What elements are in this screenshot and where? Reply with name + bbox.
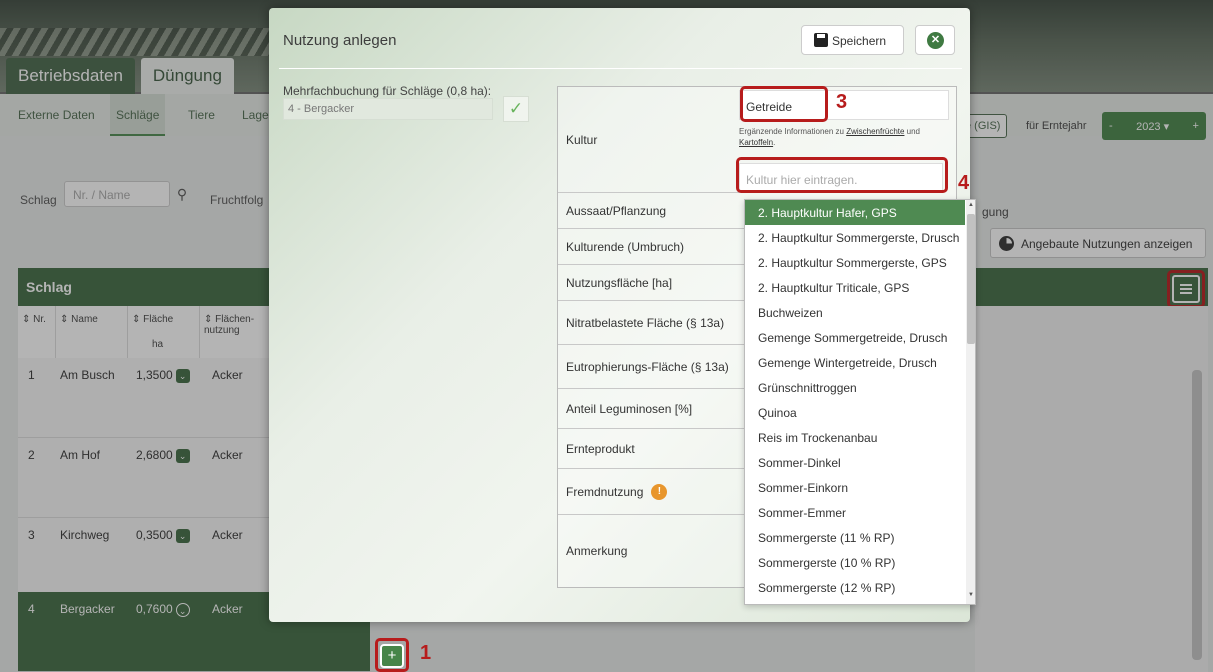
mehrfachbuchung-label: Mehrfachbuchung für Schläge (0,8 ha): bbox=[283, 84, 492, 98]
row-leguminosen: Anteil Leguminosen [%] bbox=[558, 389, 748, 429]
dropdown-option[interactable]: 2. Hauptkultur Triticale, GPS bbox=[745, 275, 965, 300]
confirm-check-icon[interactable]: ✓ bbox=[503, 96, 529, 122]
scroll-up-icon[interactable]: ▲ bbox=[968, 202, 974, 208]
row-anmerkung: Anmerkung bbox=[566, 544, 628, 558]
save-disk-icon bbox=[814, 33, 828, 47]
dropdown-option[interactable]: 2. Hauptkultur Sommergerste, GPS bbox=[745, 250, 965, 275]
annotation-box-3 bbox=[740, 86, 828, 122]
row-aussaat: Aussaat/Pflanzung bbox=[558, 193, 748, 229]
save-label: Speichern bbox=[832, 34, 887, 48]
annotation-number-4: 4 bbox=[958, 172, 970, 194]
annotation-box-4 bbox=[736, 157, 948, 193]
dropdown-scrollbar[interactable]: ▲ ▼ bbox=[966, 200, 975, 604]
dropdown-option[interactable]: 2. Hauptkultur Sommergerste, Drusch bbox=[745, 225, 965, 250]
dropdown-option[interactable]: Sommergerste (12 % RP) bbox=[745, 575, 965, 600]
dropdown-option[interactable]: Gemenge Sommergetreide, Drusch bbox=[745, 325, 965, 350]
zwischenfruechte-link[interactable]: Zwischenfrüchte bbox=[846, 127, 904, 136]
row-eutrophierung: Eutrophierungs-Fläche (§ 13a) bbox=[558, 345, 748, 389]
annotation-number-3: 3 bbox=[836, 91, 848, 113]
save-button[interactable]: Speichern bbox=[801, 25, 904, 55]
dropdown-option[interactable]: Quinoa bbox=[745, 400, 965, 425]
dialog-title: Nutzung anlegen bbox=[283, 32, 397, 49]
row-fremdnutzung: Fremdnutzung! bbox=[558, 469, 748, 515]
dialog-divider bbox=[279, 68, 962, 69]
dropdown-option[interactable]: Sommergerste (10 % RP) bbox=[745, 550, 965, 575]
row-kultur: Kultur bbox=[558, 87, 748, 193]
dropdown-option[interactable]: Sommergerste (11 % RP) bbox=[745, 525, 965, 550]
dropdown-option-selected[interactable]: 2. Hauptkultur Hafer, GPS bbox=[745, 200, 965, 225]
info-icon[interactable]: ! bbox=[651, 483, 668, 500]
mehrfachbuchung-input[interactable]: 4 - Bergacker bbox=[283, 98, 493, 120]
dropdown-option[interactable]: Gemenge Wintergetreide, Drusch bbox=[745, 350, 965, 375]
annotation-number-1: 1 bbox=[420, 642, 432, 664]
dropdown-option[interactable]: Grünschnittroggen bbox=[745, 375, 965, 400]
dropdown-option[interactable]: Sommer-Emmer bbox=[745, 500, 965, 525]
kultur-hint: Ergänzende Informationen zu Zwischenfrüc… bbox=[739, 127, 921, 147]
dropdown-scroll-thumb[interactable] bbox=[967, 214, 975, 344]
dropdown-option[interactable]: Sommer-Einkorn bbox=[745, 475, 965, 500]
row-ernteprodukt: Ernteprodukt bbox=[558, 429, 748, 469]
dropdown-option[interactable]: Reis im Trockenanbau bbox=[745, 425, 965, 450]
row-nutzungsflaeche: Nutzungsfläche [ha] bbox=[558, 265, 748, 301]
dropdown-option[interactable]: Sommer-Dinkel bbox=[745, 450, 965, 475]
dropdown-option[interactable]: Buchweizen bbox=[745, 300, 965, 325]
scroll-down-icon[interactable]: ▼ bbox=[968, 592, 974, 598]
kartoffeln-link[interactable]: Kartoffeln bbox=[739, 138, 773, 147]
kultur-dropdown[interactable]: 2. Hauptkultur Hafer, GPS 2. Hauptkultur… bbox=[744, 199, 976, 605]
annotation-box-1 bbox=[375, 638, 409, 672]
close-button[interactable]: ✕ bbox=[915, 25, 955, 55]
row-kulturende: Kulturende (Umbruch) bbox=[558, 229, 748, 265]
close-icon: ✕ bbox=[927, 32, 944, 49]
row-nitrat: Nitratbelastete Fläche (§ 13a) bbox=[558, 301, 748, 345]
